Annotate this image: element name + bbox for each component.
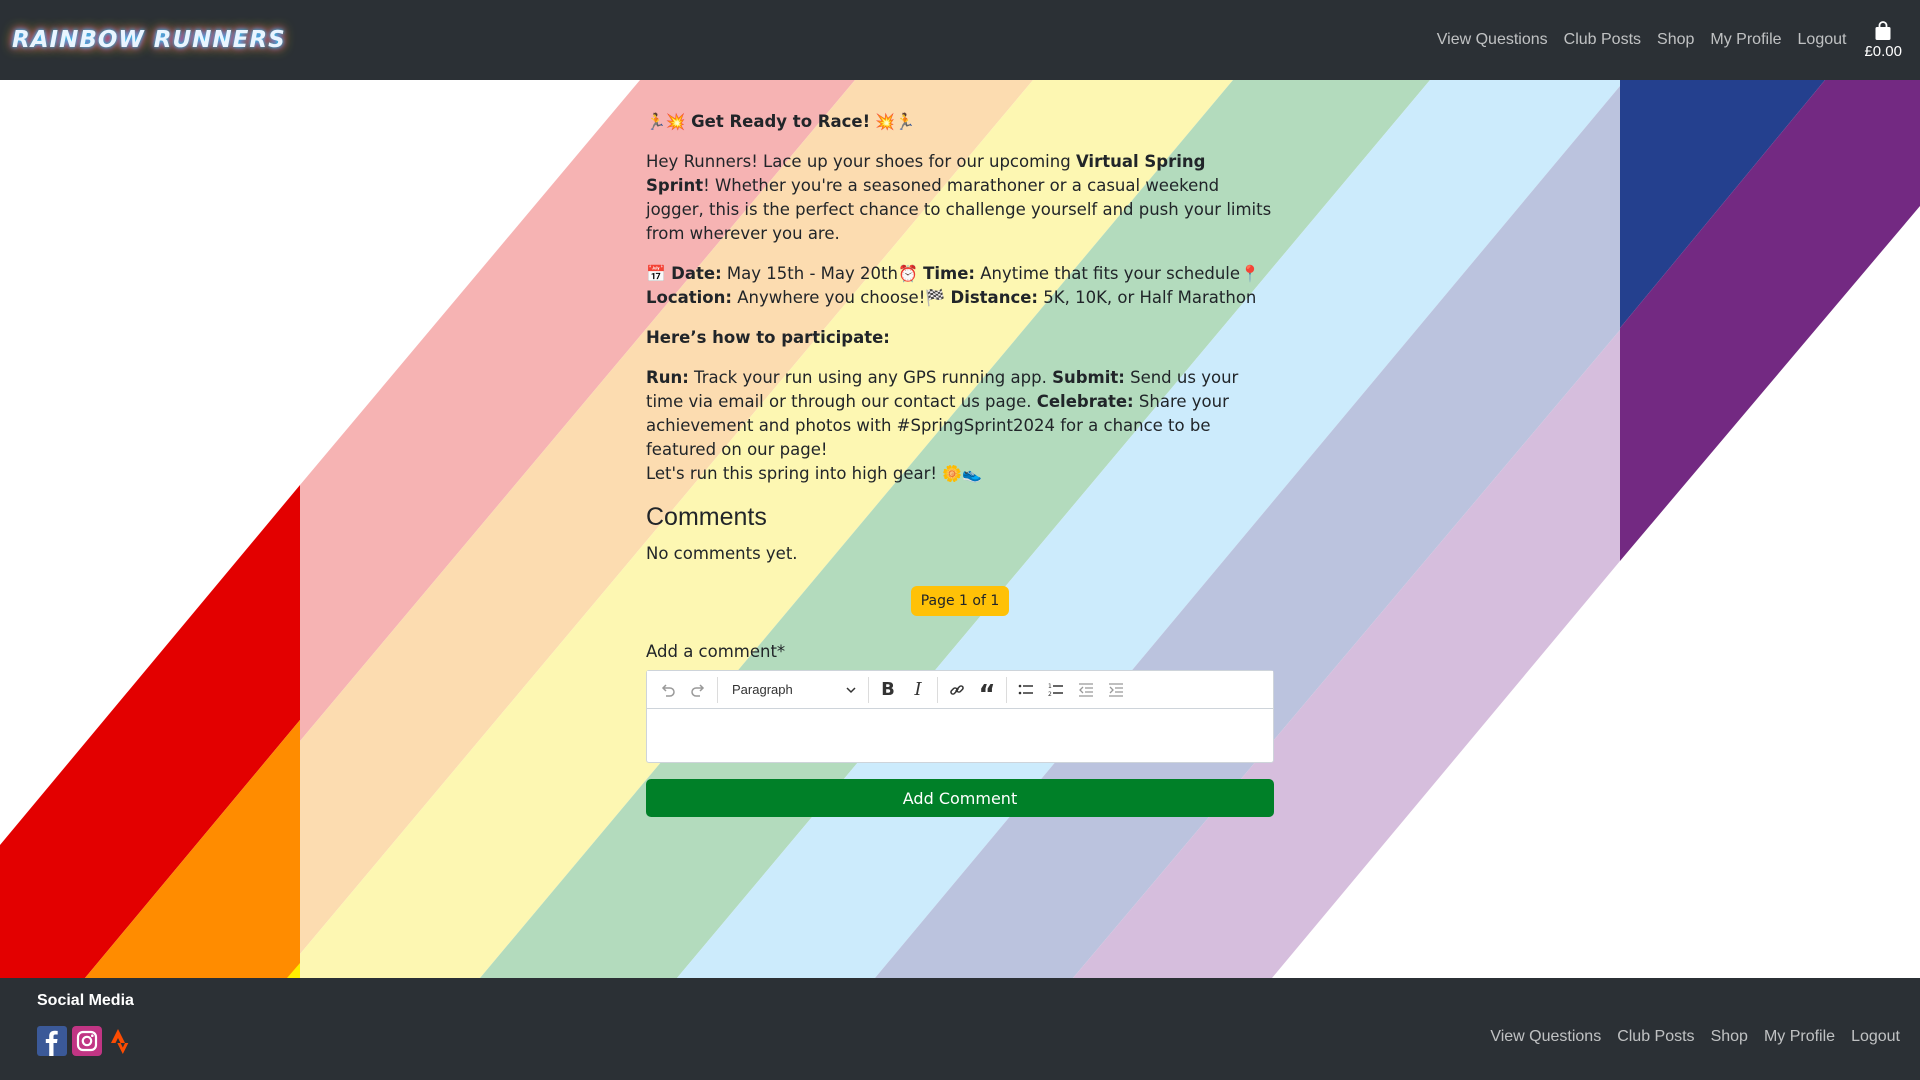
chevron-down-icon [846, 686, 856, 693]
footer-club-posts[interactable]: Club Posts [1617, 1028, 1694, 1046]
flag-icon: 🏁 [925, 288, 946, 307]
footer-logout[interactable]: Logout [1851, 1028, 1900, 1046]
pin-icon: 📍 [1240, 264, 1260, 283]
heading-dropdown-value: Paragraph [732, 681, 793, 697]
post-intro: Hey Runners! Lace up your shoes for our … [646, 150, 1274, 246]
footer-shop[interactable]: Shop [1711, 1028, 1748, 1046]
footer-view-questions[interactable]: View Questions [1490, 1028, 1601, 1046]
social-links [37, 1026, 142, 1056]
footer-my-profile[interactable]: My Profile [1764, 1028, 1835, 1046]
heading-dropdown[interactable]: Paragraph [722, 675, 864, 705]
nav-view-questions[interactable]: View Questions [1437, 31, 1548, 49]
post-content: 🏃💥 Get Ready to Race! 💥🏃 Hey Runners! La… [646, 110, 1274, 817]
top-nav: View Questions Club Posts Shop My Profil… [1421, 20, 1908, 60]
brand-logo[interactable]: RAINBOW RUNNERS [12, 27, 286, 53]
alarm-clock-icon: ⏰ [897, 264, 918, 283]
celebrate-label: Celebrate: [1036, 392, 1134, 411]
comment-editor: Paragraph B I “ 12 [646, 670, 1274, 763]
runner-emoji: 🏃💥 [646, 112, 686, 131]
time-value: Anytime that fits your schedule [975, 264, 1241, 283]
post-heading: 🏃💥 Get Ready to Race! 💥🏃 [646, 110, 1274, 134]
basket-button[interactable]: £0.00 [1864, 20, 1902, 60]
location-value: Anywhere you choose! [732, 288, 926, 307]
how-heading: Here’s how to participate: [646, 326, 1274, 350]
toolbar-divider [937, 676, 938, 703]
toolbar-divider [868, 676, 869, 703]
pagination: Page 1 of 1 [646, 586, 1274, 616]
location-label: Location: [646, 288, 732, 307]
bulleted-list-icon[interactable] [1011, 675, 1041, 705]
no-comments-text: No comments yet. [646, 544, 798, 563]
distance-label: Distance: [950, 288, 1039, 307]
runner-emoji: 💥🏃 [875, 112, 916, 131]
outdent-icon[interactable] [1071, 675, 1101, 705]
distance-value: 5K, 10K, or Half Marathon [1038, 288, 1257, 307]
footer-nav: View Questions Club Posts Shop My Profil… [1474, 1028, 1900, 1046]
basket-total: £0.00 [1864, 42, 1902, 60]
blockquote-icon[interactable]: “ [972, 675, 1002, 710]
date-label: Date: [671, 264, 722, 283]
run-value: Track your run using any GPS running app… [688, 368, 1053, 387]
intro-text: ! Whether you're a seasoned marathoner o… [646, 176, 1272, 243]
submit-label: Submit: [1052, 368, 1125, 387]
svg-text:1: 1 [1048, 683, 1052, 690]
closing-text: Let's run this spring into high gear! [646, 464, 943, 483]
run-label: Run: [646, 368, 689, 387]
add-comment-label: Add a comment* [646, 642, 786, 661]
page-indicator: Page 1 of 1 [910, 586, 1010, 616]
nav-shop[interactable]: Shop [1657, 31, 1694, 49]
link-icon[interactable] [942, 675, 972, 705]
time-label: Time: [923, 264, 976, 283]
redo-icon[interactable] [683, 675, 713, 705]
event-details: 📅 Date: May 15th - May 20th⏰ Time: Anyti… [646, 262, 1274, 310]
participation-steps: Run: Track your run using any GPS runnin… [646, 366, 1274, 486]
add-comment-button[interactable]: Add Comment [646, 779, 1274, 817]
nav-logout[interactable]: Logout [1798, 31, 1847, 49]
toolbar-divider [717, 676, 718, 703]
nav-my-profile[interactable]: My Profile [1710, 31, 1781, 49]
comments-title: Comments [646, 503, 767, 531]
shopping-bag-icon [1875, 20, 1891, 40]
calendar-icon: 📅 [646, 264, 666, 283]
nav-club-posts[interactable]: Club Posts [1564, 31, 1641, 49]
flower-shoe-emoji: 🌼👟 [942, 464, 983, 483]
editor-toolbar: Paragraph B I “ 12 [647, 671, 1273, 710]
bold-icon[interactable]: B [873, 675, 903, 705]
strava-icon[interactable] [107, 1026, 137, 1056]
italic-icon[interactable]: I [903, 675, 933, 705]
svg-text:2: 2 [1048, 691, 1052, 698]
comment-input[interactable] [647, 709, 1273, 762]
numbered-list-icon[interactable]: 12 [1041, 675, 1071, 705]
facebook-icon[interactable] [37, 1026, 67, 1056]
undo-icon[interactable] [653, 675, 683, 705]
navbar: RAINBOW RUNNERS View Questions Club Post… [0, 0, 1920, 80]
toolbar-divider [1006, 676, 1007, 703]
footer: Social Media View Questions Club Posts S… [0, 978, 1920, 1080]
date-value: May 15th - May 20th [721, 264, 898, 283]
how-heading-text: Here’s how to participate: [646, 328, 890, 347]
social-media-title: Social Media [37, 992, 134, 1009]
instagram-icon[interactable] [72, 1026, 102, 1056]
intro-text: Hey Runners! Lace up your shoes for our … [646, 152, 1076, 171]
indent-icon[interactable] [1101, 675, 1131, 705]
post-heading-text: Get Ready to Race! [691, 112, 871, 131]
